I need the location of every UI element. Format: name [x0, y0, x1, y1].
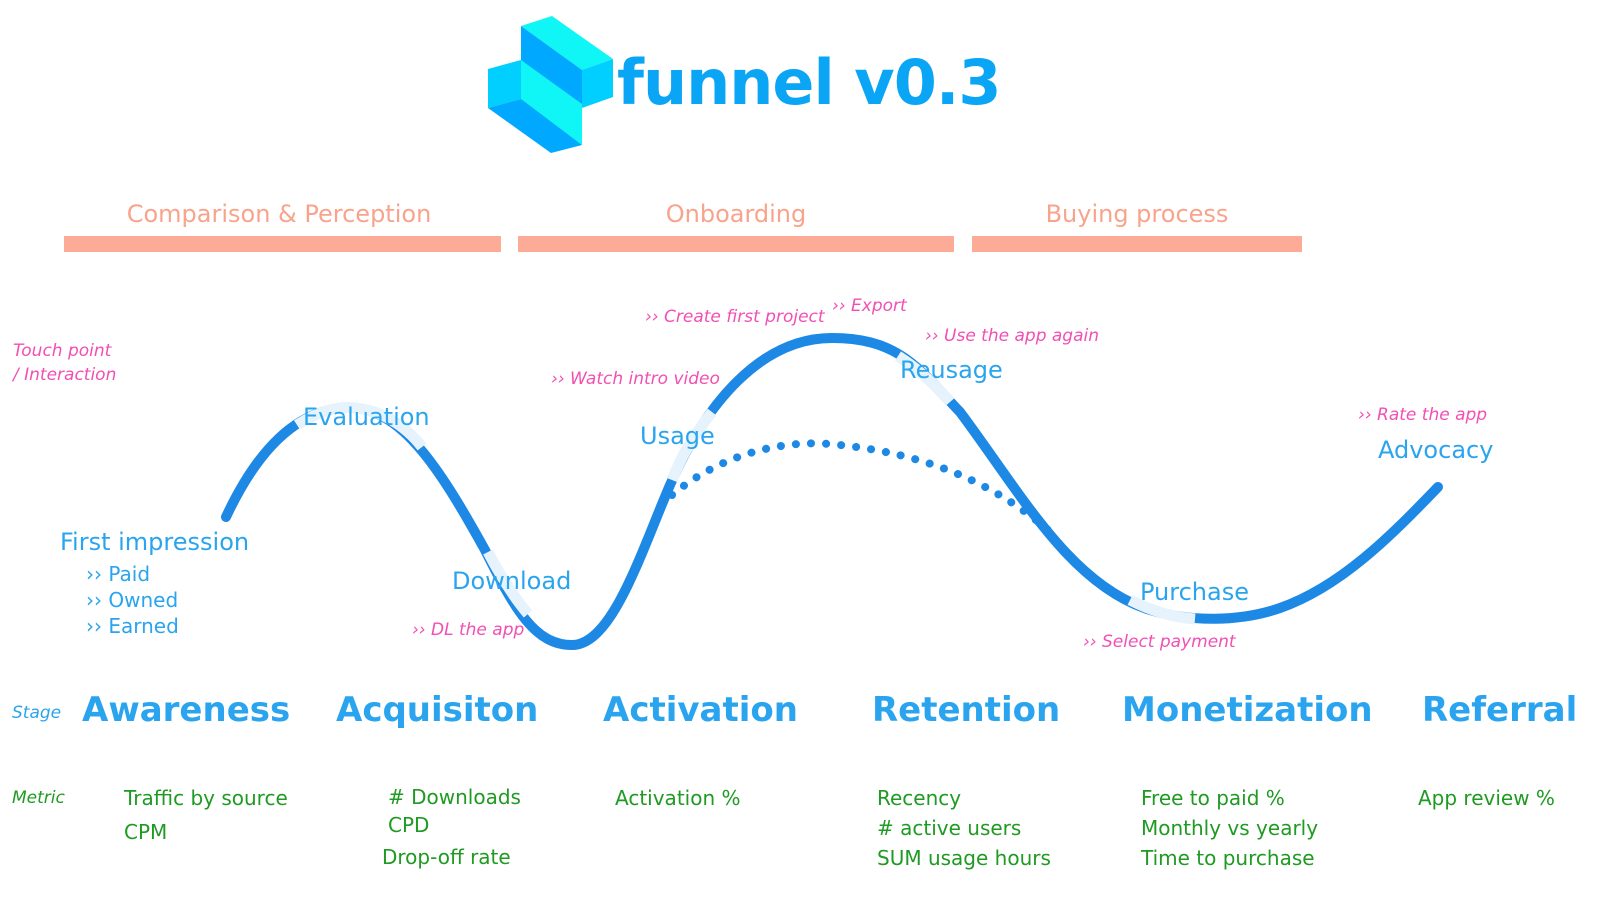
stage-referral: Referral — [1422, 690, 1578, 730]
metrics-acquisition: # Downloads CPD Drop-off rate — [382, 783, 521, 871]
stage-activation: Activation — [603, 690, 798, 730]
touchpoint-axis-label-2: / Interaction — [13, 365, 117, 385]
channel-earned: ›› Earned — [86, 614, 179, 638]
label-first-impression: First impression — [60, 528, 250, 556]
metric-item: Activation % — [615, 786, 741, 810]
metrics-referral: App review % — [1418, 783, 1555, 813]
touchpoint-export: ›› Export — [832, 296, 907, 316]
metric-item: CPM — [124, 820, 168, 844]
touchpoint-create: ›› Create first project — [645, 307, 825, 327]
touchpoint-text: Select payment — [1102, 632, 1236, 652]
label-purchase: Purchase — [1140, 578, 1249, 606]
touchpoint-text: Rate the app — [1377, 405, 1488, 425]
metric-axis-label: Metric — [12, 788, 65, 808]
touchpoint-axis-label-1: Touch point — [13, 341, 112, 361]
touchpoint-text: Use the app again — [944, 326, 1100, 346]
stage-retention: Retention — [872, 690, 1061, 730]
label-usage: Usage — [640, 422, 715, 450]
stage-awareness: Awareness — [82, 690, 291, 730]
channel-paid: ›› Paid — [86, 562, 151, 586]
metric-item: Traffic by source — [124, 786, 288, 810]
stage-axis-label: Stage — [12, 703, 62, 723]
channel-label: Paid — [108, 562, 151, 586]
touchpoint-text: Export — [851, 296, 907, 316]
funnel-curve-layer — [221, 332, 1443, 651]
stage-monetization: Monetization — [1122, 690, 1373, 730]
touchpoint-again: ›› Use the app again — [925, 326, 1100, 346]
funnel-curve — [221, 332, 1443, 651]
touchpoint-payment: ›› Select payment — [1083, 632, 1236, 652]
label-evaluation: Evaluation — [303, 403, 430, 431]
metrics-activation: Activation % — [615, 783, 741, 813]
touchpoint-rate: ›› Rate the app — [1358, 405, 1488, 425]
channel-label: Owned — [108, 588, 179, 612]
metric-item: App review % — [1418, 786, 1555, 810]
metric-item: Monthly vs yearly — [1141, 816, 1319, 840]
metric-item: SUM usage hours — [877, 846, 1051, 870]
stage-acquisition: Acquisiton — [336, 690, 539, 730]
touchpoint-dl: ›› DL the app — [412, 620, 525, 640]
touchpoint-text: Create first project — [664, 307, 825, 327]
touchpoint-text: Watch intro video — [570, 369, 720, 389]
touchpoint-text: DL the app — [431, 620, 525, 640]
metric-item: # Downloads — [388, 785, 521, 809]
label-reusage: Reusage — [900, 356, 1003, 384]
metrics-retention: Recency # active users SUM usage hours — [877, 783, 1051, 873]
metrics-awareness: Traffic by source CPM — [124, 783, 288, 847]
label-download: Download — [452, 567, 572, 595]
metrics-monetization: Free to paid % Monthly vs yearly Time to… — [1141, 783, 1318, 873]
channel-label: Earned — [108, 614, 179, 638]
label-advocacy: Advocacy — [1378, 436, 1494, 464]
metric-item: # active users — [877, 816, 1022, 840]
metric-item: CPD — [388, 813, 430, 837]
metric-item: Time to purchase — [1141, 846, 1315, 870]
metric-item: Free to paid % — [1141, 786, 1285, 810]
touchpoint-intro: ›› Watch intro video — [551, 369, 720, 389]
metric-item: Drop-off rate — [382, 845, 511, 869]
channel-owned: ›› Owned — [86, 588, 179, 612]
metric-item: Recency — [877, 786, 962, 810]
